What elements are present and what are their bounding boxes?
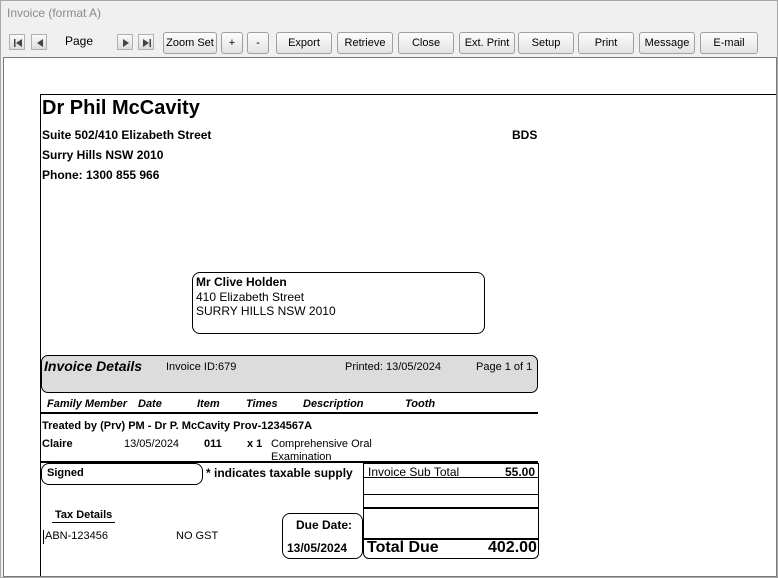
recipient-name: Mr Clive Holden xyxy=(196,275,287,289)
due-date-label: Due Date: xyxy=(296,518,353,532)
zoom-in-button[interactable]: + xyxy=(221,32,243,54)
column-item: Item xyxy=(197,398,220,410)
column-tooth: Tooth xyxy=(405,398,436,410)
gst-status: NO GST xyxy=(176,530,219,542)
practice-address-line1: Suite 502/410 Elizabeth Street xyxy=(42,128,212,142)
toolbar: Page Zoom Set + - Export Retrieve Close … xyxy=(1,30,777,56)
export-button[interactable]: Export xyxy=(276,32,332,54)
invoice-document: Dr Phil McCavity Suite 502/410 Elizabeth… xyxy=(40,94,776,576)
column-times: Times xyxy=(246,398,278,410)
first-page-icon[interactable] xyxy=(9,34,25,50)
signed-label: Signed xyxy=(47,467,84,479)
totals-rule-1 xyxy=(363,477,539,478)
zoom-out-button[interactable]: - xyxy=(247,32,269,54)
taxable-supply-note: * indicates taxable supply xyxy=(206,466,353,480)
report-preview[interactable]: Dr Phil McCavity Suite 502/410 Elizabeth… xyxy=(3,57,777,577)
total-due-value: 402.00 xyxy=(488,539,537,556)
treated-by: Treated by (Prv) PM - Dr P. McCavity Pro… xyxy=(42,420,313,432)
close-button[interactable]: Close xyxy=(398,32,454,54)
column-date: Date xyxy=(138,398,162,410)
recipient-address-line1: 410 Elizabeth Street xyxy=(196,290,305,304)
page-label: Page xyxy=(65,34,94,48)
totals-rule-2 xyxy=(363,494,539,495)
previous-page-icon[interactable] xyxy=(31,34,47,50)
tax-details-underline xyxy=(52,522,115,523)
total-due-label: Total Due xyxy=(367,539,439,556)
page-number: Page 1 of 1 xyxy=(476,361,533,373)
printed-date: Printed: 13/05/2024 xyxy=(345,361,442,373)
invoice-details-title: Invoice Details xyxy=(44,358,143,374)
email-button[interactable]: E-mail xyxy=(700,32,758,54)
practice-qualification: BDS xyxy=(512,128,538,142)
abn-cursor xyxy=(43,530,44,544)
invoice-id: Invoice ID:679 xyxy=(166,361,237,373)
practice-phone: Phone: 1300 855 966 xyxy=(42,168,160,182)
window-title: Invoice (format A) xyxy=(7,6,102,20)
invoice-window: Invoice (format A) Page Zoom Set + - Exp… xyxy=(0,0,778,578)
print-button[interactable]: Print xyxy=(578,32,634,54)
abn-number: ABN-123456 xyxy=(45,530,108,542)
line-item-times: x 1 xyxy=(247,438,263,450)
setup-button[interactable]: Setup xyxy=(518,32,574,54)
next-page-icon[interactable] xyxy=(117,34,133,50)
tax-details-label: Tax Details xyxy=(55,509,113,521)
practice-name: Dr Phil McCavity xyxy=(42,97,200,119)
line-item-code: 011 xyxy=(204,438,222,450)
line-item-date: 13/05/2024 xyxy=(124,438,180,450)
recipient-address-line2: SURRY HILLS NSW 2010 xyxy=(196,304,336,318)
line-item-member: Claire xyxy=(42,438,73,450)
last-page-icon[interactable] xyxy=(138,34,154,50)
retrieve-button[interactable]: Retrieve xyxy=(337,32,393,54)
practice-address-line2: Surry Hills NSW 2010 xyxy=(42,148,164,162)
column-divider xyxy=(41,412,538,414)
message-button[interactable]: Message xyxy=(639,32,695,54)
column-family-member: Family Member xyxy=(47,398,128,410)
line-item-description-line1: Comprehensive Oral xyxy=(271,438,372,450)
column-description: Description xyxy=(303,398,364,410)
zoom-set-button[interactable]: Zoom Set xyxy=(163,32,217,54)
ext-print-button[interactable]: Ext. Print xyxy=(459,32,515,54)
due-date-value: 13/05/2024 xyxy=(287,541,348,555)
totals-rule-3 xyxy=(363,507,539,509)
